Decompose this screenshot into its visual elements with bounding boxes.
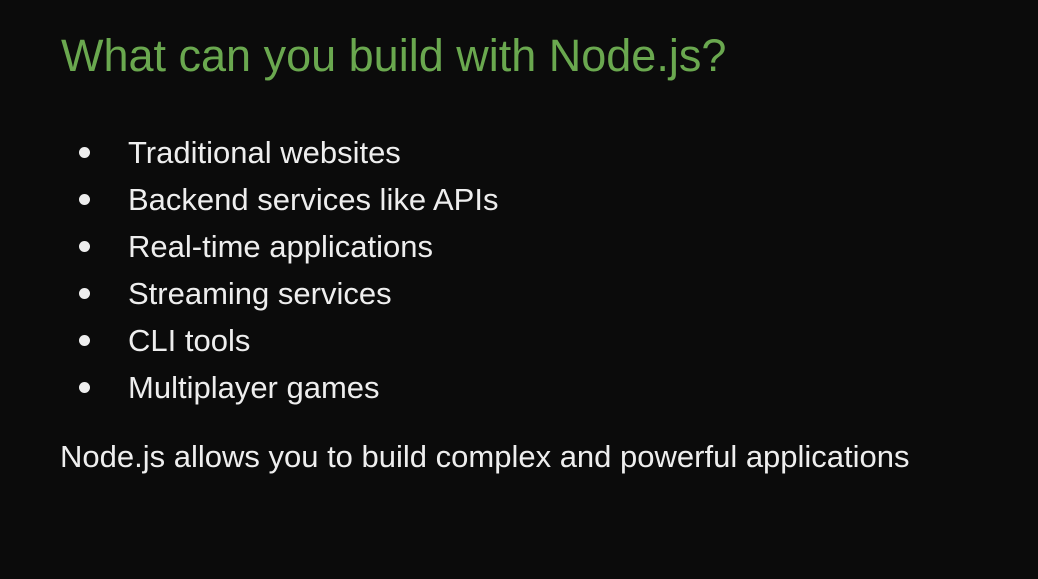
bullet-dot-icon [79, 241, 90, 252]
bullet-item-real-time-applications: Real-time applications [0, 224, 700, 271]
bullet-text: Real-time applications [128, 229, 433, 264]
bullet-item-cli-tools: CLI tools [0, 318, 700, 365]
bullet-text: CLI tools [128, 323, 251, 358]
bullet-item-backend-services: Backend services like APIs [0, 177, 700, 224]
bullet-text: Traditional websites [128, 135, 401, 170]
bullet-text: Streaming services [128, 276, 392, 311]
bullet-item-streaming-services: Streaming services [0, 271, 700, 318]
bullet-dot-icon [79, 147, 90, 158]
bullet-text: Backend services like APIs [128, 182, 499, 217]
bullet-item-multiplayer-games: Multiplayer games [0, 365, 700, 412]
bullet-dot-icon [79, 194, 90, 205]
slide-title: What can you build with Node.js? [61, 30, 727, 81]
bullet-text: Multiplayer games [128, 370, 380, 405]
summary-text: Node.js allows you to build complex and … [60, 439, 910, 474]
bullet-list: Traditional websites Backend services li… [0, 130, 700, 412]
presentation-slide: What can you build with Node.js? Traditi… [0, 0, 1038, 579]
bullet-dot-icon [79, 335, 90, 346]
bullet-dot-icon [79, 288, 90, 299]
bullet-item-traditional-websites: Traditional websites [0, 130, 700, 177]
bullet-dot-icon [79, 382, 90, 393]
